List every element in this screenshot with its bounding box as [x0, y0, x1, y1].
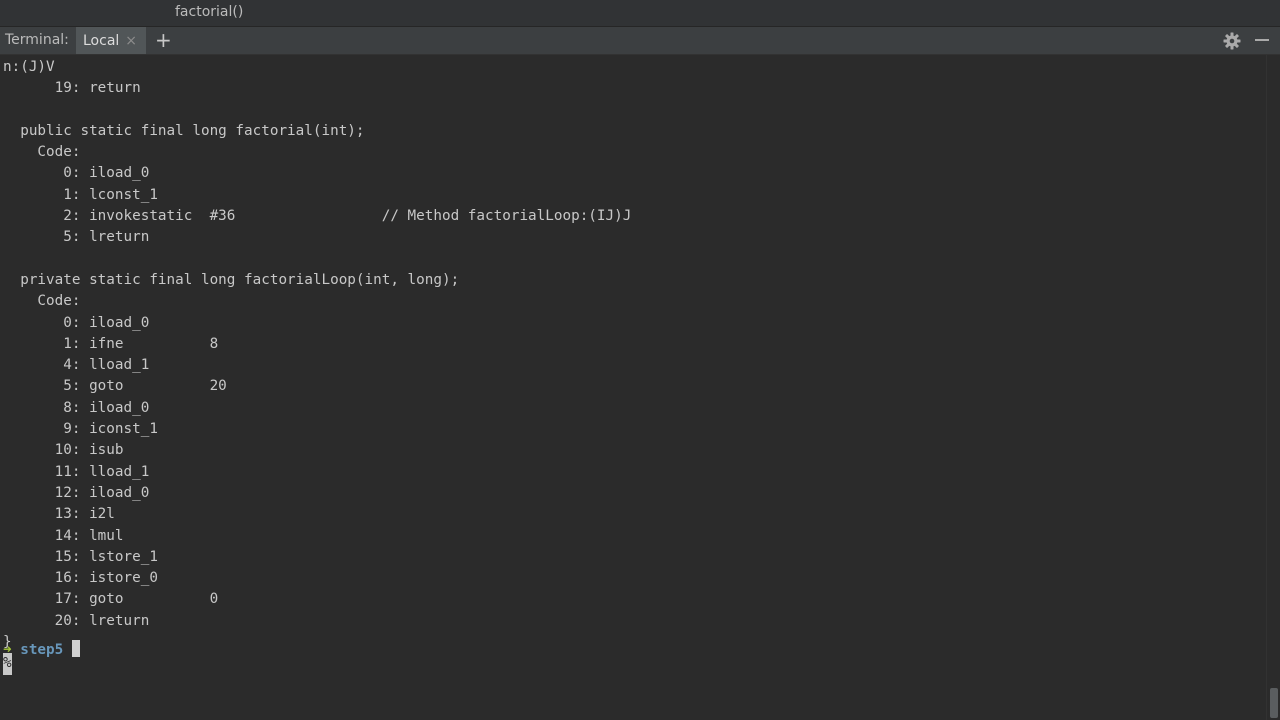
tab-local-label: Local: [83, 32, 120, 49]
prompt-arrow-icon: ➜: [3, 642, 12, 658]
terminal-toolbar: Terminal: Local × +: [0, 27, 1280, 55]
editor-title: factorial(): [175, 4, 244, 20]
editor-title-bar: factorial(): [0, 0, 1280, 27]
terminal-output-area[interactable]: n:(J)V 19: return public static final lo…: [0, 55, 1266, 720]
terminal-output: n:(J)V 19: return public static final lo…: [3, 57, 631, 675]
shell-prompt[interactable]: ➜ step5: [3, 640, 80, 661]
minimize-icon[interactable]: [1255, 39, 1269, 41]
tab-local[interactable]: Local ×: [76, 27, 146, 54]
gear-icon[interactable]: [1222, 31, 1242, 51]
text-cursor: [71, 640, 80, 657]
terminal-label: Terminal:: [5, 32, 69, 48]
bytecode-output: n:(J)V 19: return public static final lo…: [3, 59, 632, 651]
scrollbar-thumb[interactable]: [1270, 688, 1278, 718]
close-icon[interactable]: ×: [125, 34, 137, 48]
scrollbar[interactable]: [1266, 55, 1280, 720]
add-tab-icon[interactable]: +: [155, 29, 172, 51]
prompt-directory: step5: [20, 642, 64, 658]
